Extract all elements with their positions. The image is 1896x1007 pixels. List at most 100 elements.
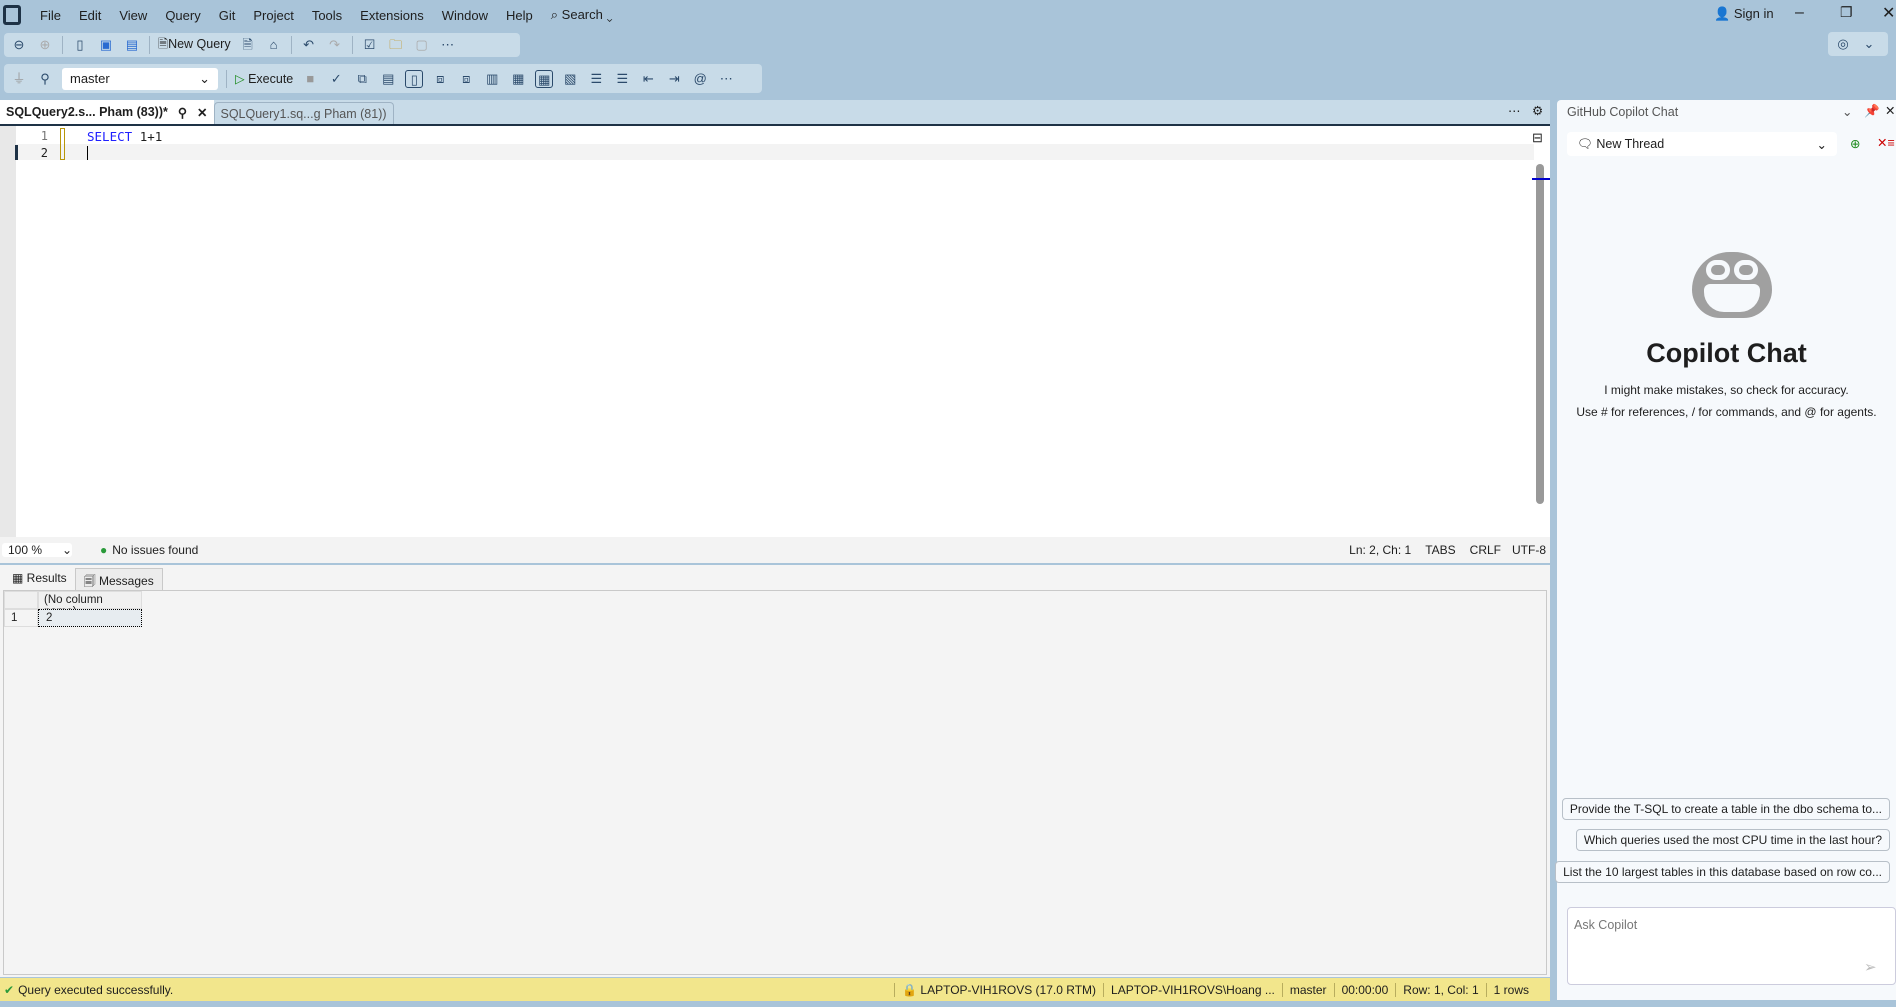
more-icon[interactable]: ⋯: [1508, 103, 1521, 118]
sign-in-label: Sign in: [1733, 6, 1774, 21]
issues-status[interactable]: No issues found: [112, 543, 198, 557]
dax-query-icon[interactable]: ⌂: [265, 36, 283, 54]
suggestion-button[interactable]: List the 10 largest tables in this datab…: [1555, 861, 1890, 883]
hint-text: Use # for references, / for commands, an…: [1576, 405, 1877, 419]
stop-icon[interactable]: ■: [301, 70, 319, 88]
clear-threads-icon[interactable]: ✕≡: [1877, 135, 1895, 150]
line-endings[interactable]: CRLF: [1463, 543, 1508, 557]
database-select[interactable]: master ⌄: [62, 67, 218, 90]
find-in-files-icon[interactable]: 🗀: [387, 36, 405, 54]
activity-monitor-icon[interactable]: ☑: [361, 36, 379, 54]
encoding[interactable]: UTF-8: [1508, 543, 1550, 557]
pin-icon[interactable]: 📌: [1864, 104, 1880, 119]
results-to-file-icon[interactable]: ▧: [561, 70, 579, 88]
minimize-button[interactable]: –: [1795, 4, 1804, 22]
results-grid[interactable]: (No column name) 1 2: [3, 590, 1547, 975]
execute-button[interactable]: ▷ Execute: [235, 71, 293, 86]
save-icon[interactable]: ▣: [97, 36, 115, 54]
database-name: master: [1281, 982, 1334, 997]
results-pane: ▦ Results 🗐 Messages (No column name) 1 …: [0, 565, 1550, 977]
status-bar: ✔ Query executed successfully. 🔒 LAPTOP-…: [0, 978, 1550, 1001]
zoom-select[interactable]: 100 % ⌄: [2, 543, 72, 557]
pin-icon[interactable]: ⚲: [178, 105, 187, 120]
more-icon[interactable]: ⋯: [439, 36, 457, 54]
chevron-down-icon[interactable]: ⌄: [1842, 104, 1852, 119]
results-to-grid-icon[interactable]: ▦: [535, 69, 554, 88]
include-plan-icon[interactable]: ⧈: [431, 70, 449, 88]
undo-icon[interactable]: ↶: [300, 36, 318, 54]
forward-icon[interactable]: ⊕: [36, 36, 54, 54]
disclaimer-text: I might make mistakes, so check for accu…: [1604, 383, 1849, 397]
tab-sqlquery2[interactable]: SQLQuery2.s... Pham (83))* ⚲ ✕: [0, 100, 214, 124]
server-info: 🔒 LAPTOP-VIH1ROVS (17.0 RTM): [894, 982, 1103, 997]
chevron-down-icon: ⌄: [199, 70, 210, 86]
suggestion-button[interactable]: Provide the T-SQL to create a table in t…: [1561, 798, 1890, 820]
intellisense-icon[interactable]: ▯: [405, 69, 424, 88]
comment-icon[interactable]: ☰: [587, 70, 605, 88]
grid-cell[interactable]: 2: [38, 609, 142, 627]
menu-query[interactable]: Query: [156, 8, 209, 23]
menu-tools[interactable]: Tools: [303, 8, 351, 23]
success-icon: ✔: [4, 982, 15, 997]
copilot-chat-panel: GitHub Copilot Chat ⌄ 📌 ✕ 🗨 New Thread ⌄ …: [1555, 100, 1896, 1000]
increase-indent-icon[interactable]: ⇥: [665, 70, 683, 88]
row-count: 1 rows: [1485, 982, 1536, 997]
gear-icon[interactable]: ⚙: [1532, 103, 1543, 118]
column-header[interactable]: (No column name): [38, 591, 142, 618]
suggestion-button[interactable]: Which queries used the most CPU time in …: [1575, 829, 1890, 851]
split-editor-icon[interactable]: ⊟: [1532, 130, 1543, 146]
back-icon[interactable]: ⊖: [10, 36, 28, 54]
chevron-down-icon: ⌄: [1816, 137, 1827, 152]
menu-project[interactable]: Project: [244, 8, 302, 23]
tab-label: Results: [26, 571, 67, 585]
menu-help[interactable]: Help: [497, 8, 542, 23]
menu-extensions[interactable]: Extensions: [351, 8, 433, 23]
query-options-icon[interactable]: ▤: [379, 70, 397, 88]
close-window-button[interactable]: ✕: [1882, 3, 1895, 23]
restore-button[interactable]: ❐: [1840, 4, 1853, 21]
specify-values-icon[interactable]: @: [691, 70, 709, 88]
query-file-icon[interactable]: 🗎: [239, 36, 257, 54]
status-message: Query executed successfully.: [18, 982, 174, 997]
object-explorer-icon[interactable]: ▢: [413, 36, 431, 54]
row-col: Row: 1, Col: 1: [1395, 982, 1485, 997]
sign-in-button[interactable]: 👤 Sign in: [1714, 6, 1774, 22]
change-connection-icon[interactable]: ⚲: [36, 70, 54, 88]
redo-icon[interactable]: ↷: [326, 36, 344, 54]
close-tab-icon[interactable]: ✕: [197, 105, 207, 120]
copilot-heading: Copilot Chat: [1646, 338, 1807, 368]
decrease-indent-icon[interactable]: ⇤: [639, 70, 657, 88]
menu-window[interactable]: Window: [433, 8, 497, 23]
menu-view[interactable]: View: [110, 8, 156, 23]
change-marker: [60, 128, 65, 160]
copilot-badge-button[interactable]: ◎ ⌄: [1828, 32, 1888, 56]
cursor-position[interactable]: Ln: 2, Ch: 1: [1342, 543, 1418, 557]
save-all-icon[interactable]: ▤: [123, 36, 141, 54]
uncomment-icon[interactable]: ☰: [613, 70, 631, 88]
close-icon[interactable]: ✕: [1885, 103, 1895, 118]
menu-git[interactable]: Git: [210, 8, 245, 23]
current-line-highlight: [16, 144, 1534, 160]
indent-mode[interactable]: TABS: [1418, 543, 1462, 557]
code-editor[interactable]: 1 2 SELECT 1+1 ⊟: [0, 124, 1550, 539]
new-query-button[interactable]: 🗎New Query: [158, 35, 231, 56]
new-file-icon[interactable]: ▯: [71, 36, 89, 54]
parse-icon[interactable]: ✓: [327, 70, 345, 88]
client-stats-icon[interactable]: ▥: [483, 70, 501, 88]
tab-sqlquery1[interactable]: SQLQuery1.sq...g Pham (81)): [213, 102, 394, 124]
connect-icon[interactable]: ⏚: [10, 70, 28, 88]
live-stats-icon[interactable]: ⧈: [457, 70, 475, 88]
thread-select[interactable]: 🗨 New Thread ⌄: [1567, 132, 1837, 156]
new-thread-icon[interactable]: ⊕: [1850, 136, 1860, 151]
send-icon[interactable]: ➢: [1864, 958, 1877, 976]
vertical-scrollbar[interactable]: [1536, 164, 1544, 504]
more-icon[interactable]: ⋯: [717, 70, 735, 88]
ask-copilot-input[interactable]: Ask Copilot ➢: [1567, 907, 1896, 985]
menu-edit[interactable]: Edit: [70, 8, 110, 23]
menu-file[interactable]: File: [31, 8, 70, 23]
grid-icon: ▦: [12, 571, 27, 585]
display-plan-icon[interactable]: ⧉: [353, 70, 371, 88]
row-header[interactable]: 1: [4, 609, 38, 627]
search-button[interactable]: ⌕ Search ⌄: [542, 7, 622, 23]
results-to-text-icon[interactable]: ▦: [509, 70, 527, 88]
